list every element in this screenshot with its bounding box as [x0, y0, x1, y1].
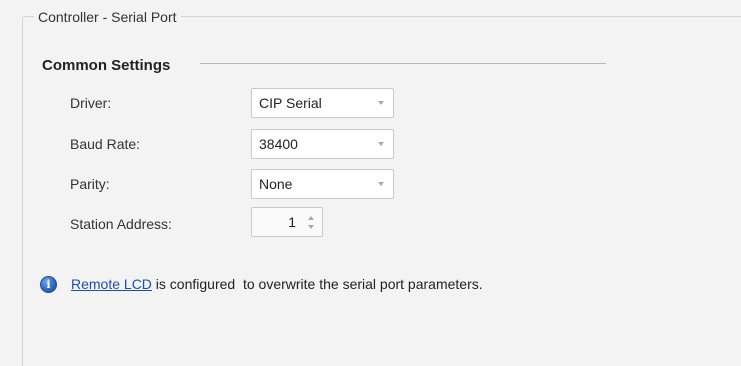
- info-message-text: is configured to overwrite the serial po…: [151, 276, 483, 292]
- station-address-label: Station Address:: [70, 216, 172, 232]
- chevron-down-icon: [378, 142, 384, 146]
- section-divider: [200, 63, 606, 64]
- stepper-up-arrow-icon[interactable]: [308, 216, 314, 220]
- info-message: i Remote LCD is configured to overwrite t…: [40, 274, 483, 294]
- parity-dropdown-value: None: [259, 176, 293, 192]
- baud-rate-label: Baud Rate:: [70, 136, 141, 152]
- chevron-down-icon: [378, 101, 384, 105]
- driver-dropdown[interactable]: CIP Serial: [251, 88, 394, 118]
- stepper-down-arrow-icon[interactable]: [308, 225, 314, 229]
- parity-dropdown[interactable]: None: [251, 169, 394, 199]
- serial-port-settings-panel: Controller - Serial Port Common Settings…: [0, 0, 741, 366]
- info-icon: i: [40, 275, 57, 293]
- baud-rate-dropdown[interactable]: 38400: [251, 129, 394, 159]
- driver-dropdown-value: CIP Serial: [259, 95, 322, 111]
- chevron-down-icon: [378, 182, 384, 186]
- driver-label: Driver:: [70, 95, 112, 111]
- section-heading-common-settings: Common Settings: [42, 57, 171, 74]
- parity-label: Parity:: [70, 176, 110, 192]
- station-address-stepper[interactable]: 1: [251, 207, 323, 237]
- remote-lcd-link[interactable]: Remote LCD: [71, 276, 152, 292]
- station-address-value: 1: [288, 214, 296, 230]
- group-title: Controller - Serial Port: [34, 8, 181, 26]
- baud-rate-dropdown-value: 38400: [259, 136, 298, 152]
